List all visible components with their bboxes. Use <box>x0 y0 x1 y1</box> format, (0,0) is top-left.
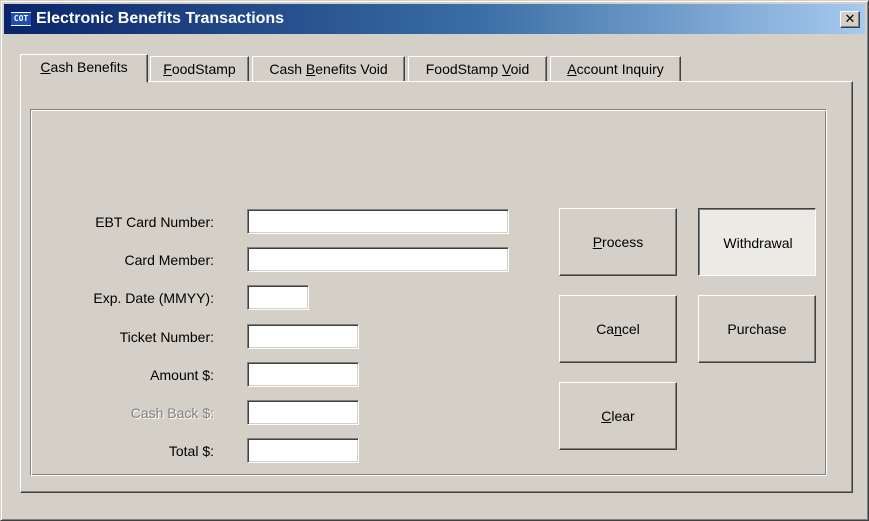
tab-label-pre: Cash <box>269 61 306 77</box>
exp-date-label: Exp. Date (MMYY): <box>93 290 214 306</box>
tab-foodstamp[interactable]: FoodStamp <box>150 56 249 83</box>
card-member-label: Card Member: <box>124 252 214 268</box>
button-label-post: rocess <box>602 234 644 250</box>
tab-cash-benefits[interactable]: Cash Benefits <box>20 54 148 83</box>
button-label-post: lear <box>611 408 635 424</box>
title-bar[interactable]: COT Electronic Benefits Transactions ✕ <box>4 4 865 34</box>
withdrawal-button[interactable]: Withdrawal <box>698 208 816 276</box>
app-icon: COT <box>10 11 32 27</box>
cash-back-label: Cash Back $: <box>130 405 214 421</box>
tab-hotkey: F <box>163 61 172 77</box>
tab-hotkey: V <box>502 61 511 77</box>
clear-button[interactable]: Clear <box>559 382 677 450</box>
tab-hotkey: A <box>567 61 577 77</box>
tab-label-rest: oodStamp <box>171 61 236 77</box>
app-icon-text: COT <box>11 13 31 25</box>
tab-label-rest: enefits Void <box>315 61 388 77</box>
tab-hotkey: B <box>305 61 316 77</box>
total-input[interactable] <box>247 438 359 463</box>
ebt-card-number-label: EBT Card Number: <box>95 214 214 230</box>
tab-hotkey: C <box>40 59 51 75</box>
purchase-button[interactable]: Purchase <box>698 295 816 363</box>
button-hotkey: P <box>592 234 603 250</box>
button-label: Withdrawal <box>723 235 793 251</box>
card-member-input[interactable] <box>247 247 509 272</box>
amount-input[interactable] <box>247 362 359 387</box>
cancel-button[interactable]: Cancel <box>559 295 677 363</box>
tab-label-rest: ash Benefits <box>50 59 128 75</box>
tab-label-pre: FoodStamp <box>425 61 502 77</box>
ticket-number-input[interactable] <box>247 324 359 349</box>
window-title: Electronic Benefits Transactions <box>36 10 285 27</box>
app-window: COT Electronic Benefits Transactions ✕ C… <box>0 0 869 521</box>
tab-label-rest: oid <box>510 61 530 77</box>
ticket-number-label: Ticket Number: <box>119 329 214 345</box>
button-label: Purchase <box>727 321 787 337</box>
exp-date-input[interactable] <box>247 285 309 310</box>
tab-label-rest: ccount Inquiry <box>576 61 664 77</box>
button-label-post: cel <box>621 321 640 337</box>
button-hotkey: C <box>601 408 612 424</box>
ebt-card-number-input[interactable] <box>247 209 509 234</box>
tab-account-inquiry[interactable]: Account Inquiry <box>550 56 681 83</box>
close-button[interactable]: ✕ <box>840 11 860 28</box>
amount-label: Amount $: <box>150 367 214 383</box>
tab-cash-benefits-void[interactable]: Cash Benefits Void <box>252 56 405 83</box>
button-label-pre: Ca <box>596 321 615 337</box>
close-icon: ✕ <box>844 11 856 26</box>
process-button[interactable]: Process <box>559 208 677 276</box>
transaction-group-frame: EBT Card Number: Card Member: Exp. Date … <box>30 109 827 476</box>
button-hotkey: n <box>614 321 622 337</box>
cash-back-input[interactable] <box>247 400 359 425</box>
tab-foodstamp-void[interactable]: FoodStamp Void <box>408 56 547 83</box>
total-label: Total $: <box>168 443 214 459</box>
tab-panel-cash-benefits: EBT Card Number: Card Member: Exp. Date … <box>20 81 853 493</box>
